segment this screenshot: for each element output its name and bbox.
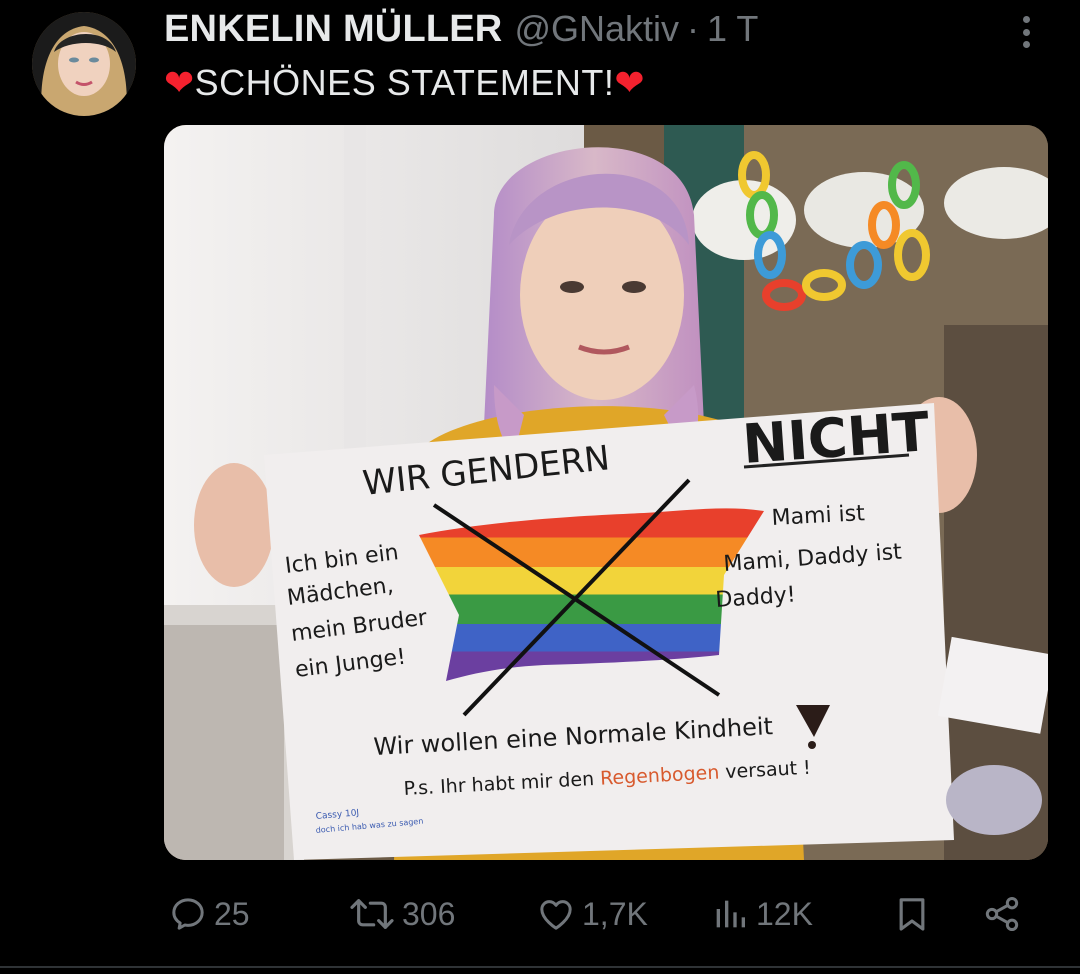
author-name[interactable]: ENKELIN MÜLLER xyxy=(164,8,502,51)
photo-scene: WIR GENDERN NICHT Ich bin ein Mädchen, m… xyxy=(164,125,1048,860)
views-count: 12K xyxy=(756,895,813,932)
tweet-media-photo[interactable]: WIR GENDERN NICHT Ich bin ein Mädchen, m… xyxy=(164,125,1048,860)
tweet-timestamp[interactable]: 1 T xyxy=(707,8,758,50)
reply-button[interactable]: 25 xyxy=(168,884,250,944)
more-icon[interactable] xyxy=(1014,12,1038,52)
tweet-text: ❤SCHÖNES STATEMENT!❤ xyxy=(164,62,645,104)
tweet-text-body: SCHÖNES STATEMENT! xyxy=(194,62,615,103)
bookmark-icon xyxy=(899,898,925,931)
retweet-button[interactable]: 306 xyxy=(348,884,455,944)
author-handle[interactable]: @GNaktiv xyxy=(514,8,679,50)
tweet-divider xyxy=(0,966,1080,968)
poster-right-line-1: Mami ist xyxy=(771,501,866,531)
reply-count: 25 xyxy=(214,895,250,932)
views-icon xyxy=(716,900,745,928)
author-avatar[interactable] xyxy=(32,12,136,116)
bookmark-button[interactable] xyxy=(892,884,932,944)
like-icon xyxy=(540,900,572,930)
tweet-header: ENKELIN MÜLLER @GNaktiv · 1 T xyxy=(164,8,758,56)
like-button[interactable]: 1,7K xyxy=(536,884,648,944)
retweet-count: 306 xyxy=(402,895,456,932)
avatar-image xyxy=(32,12,136,116)
header-separator: · xyxy=(687,8,700,49)
like-count: 1,7K xyxy=(582,895,648,932)
share-button[interactable] xyxy=(982,884,1022,944)
reply-icon xyxy=(172,898,204,930)
tweet-actions: 25 306 1,7K 12K xyxy=(164,884,1040,944)
poster-headline-right: NICHT xyxy=(741,400,932,476)
share-icon xyxy=(985,897,1019,931)
heart-emoji-end: ❤ xyxy=(614,62,646,103)
retweet-icon xyxy=(350,899,394,929)
heart-emoji: ❤ xyxy=(164,62,195,103)
views-button[interactable]: 12K xyxy=(710,884,813,944)
